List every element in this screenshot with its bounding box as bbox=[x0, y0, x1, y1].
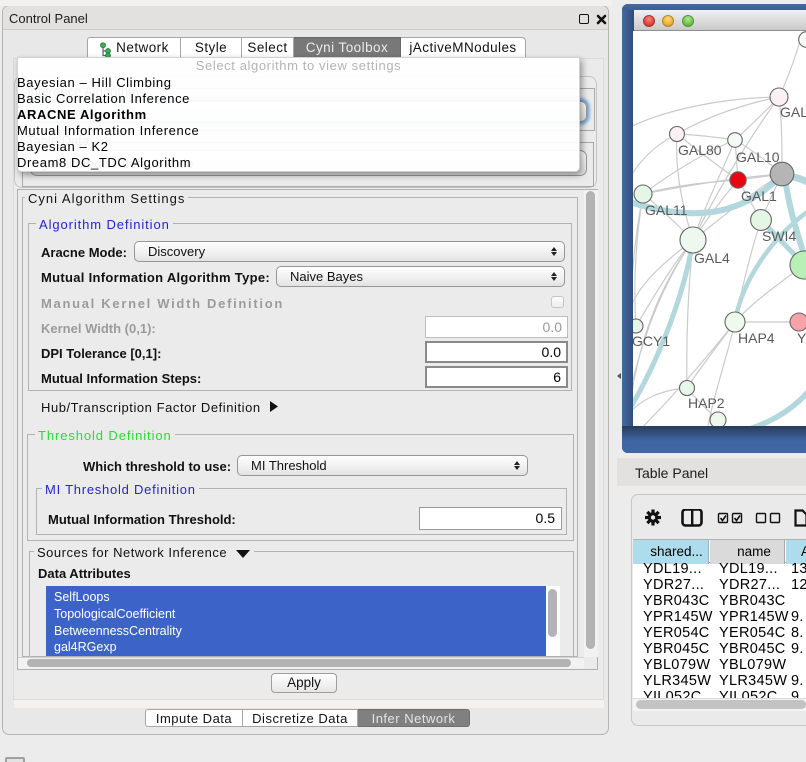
svg-text:Y: Y bbox=[797, 330, 806, 346]
svg-text:HAP2: HAP2 bbox=[688, 395, 725, 411]
svg-text:GAL80: GAL80 bbox=[678, 142, 722, 158]
svg-text:GAL4: GAL4 bbox=[694, 250, 730, 266]
svg-text:GAL11: GAL11 bbox=[645, 202, 688, 218]
svg-text:HAP4: HAP4 bbox=[738, 330, 775, 346]
svg-text:GAL10: GAL10 bbox=[736, 149, 780, 165]
svg-text:SWI4: SWI4 bbox=[762, 228, 796, 244]
svg-text:GAL: GAL bbox=[780, 104, 806, 120]
svg-text:GCY1: GCY1 bbox=[633, 333, 670, 349]
svg-text:GAL1: GAL1 bbox=[741, 188, 777, 204]
